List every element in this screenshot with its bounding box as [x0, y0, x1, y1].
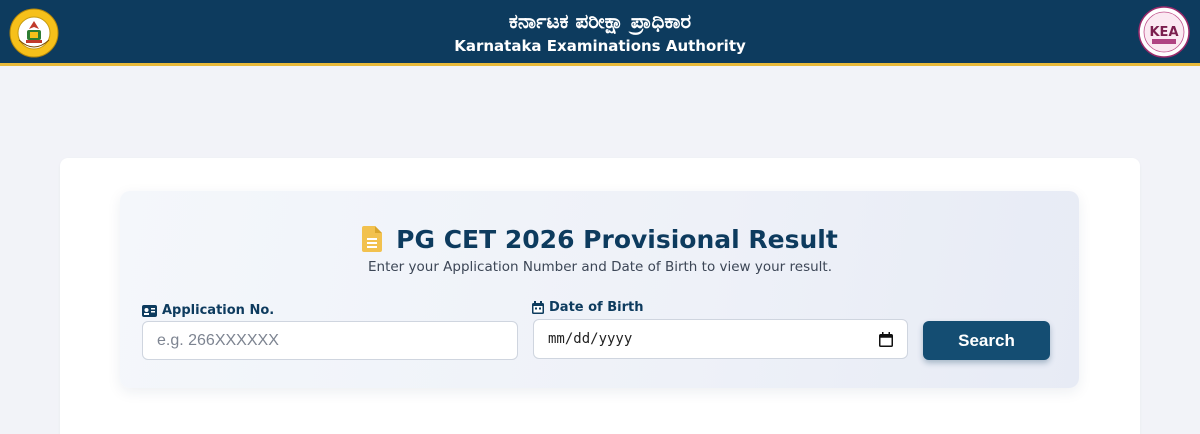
site-header: ಕರ್ನಾಟಕ ಪರೀಕ್ಷಾ ಪ್ರಾಧಿಕಾರ Karnataka Exam…: [0, 0, 1200, 66]
id-card-icon: [142, 304, 157, 317]
form-title: PG CET 2026 Provisional Result: [396, 224, 838, 254]
document-icon: [362, 226, 383, 252]
header-title-english: Karnataka Examinations Authority: [454, 37, 746, 55]
page-scrollbar[interactable]: [1187, 66, 1200, 434]
date-of-birth-label: Date of Birth: [532, 300, 643, 315]
kea-logo-text: KEA: [1149, 25, 1178, 40]
date-of-birth-label-text: Date of Birth: [549, 300, 644, 315]
date-of-birth-input[interactable]: mm/dd/yyyy: [533, 319, 908, 359]
application-number-input[interactable]: [142, 321, 518, 360]
application-number-label-text: Application No.: [162, 303, 275, 318]
date-of-birth-placeholder: mm/dd/yyyy: [548, 331, 633, 347]
form-subtitle: Enter your Application Number and Date o…: [367, 259, 833, 275]
header-title: ಕರ್ನಾಟಕ ಪರೀಕ್ಷಾ ಪ್ರಾಧಿಕಾರ Karnataka Exam…: [0, 8, 1200, 56]
calendar-picker-icon[interactable]: [879, 331, 893, 347]
header-title-kannada: ಕರ್ನಾಟಕ ಪರೀಕ್ಷಾ ಪ್ರಾಧಿಕಾರ: [508, 9, 692, 33]
form-title-row: PG CET 2026 Provisional Result: [0, 224, 1200, 254]
application-number-label: Application No.: [142, 303, 274, 318]
calendar-icon: [532, 301, 544, 314]
search-button[interactable]: Search: [923, 321, 1050, 360]
kea-logo-icon: KEA: [1138, 6, 1190, 58]
